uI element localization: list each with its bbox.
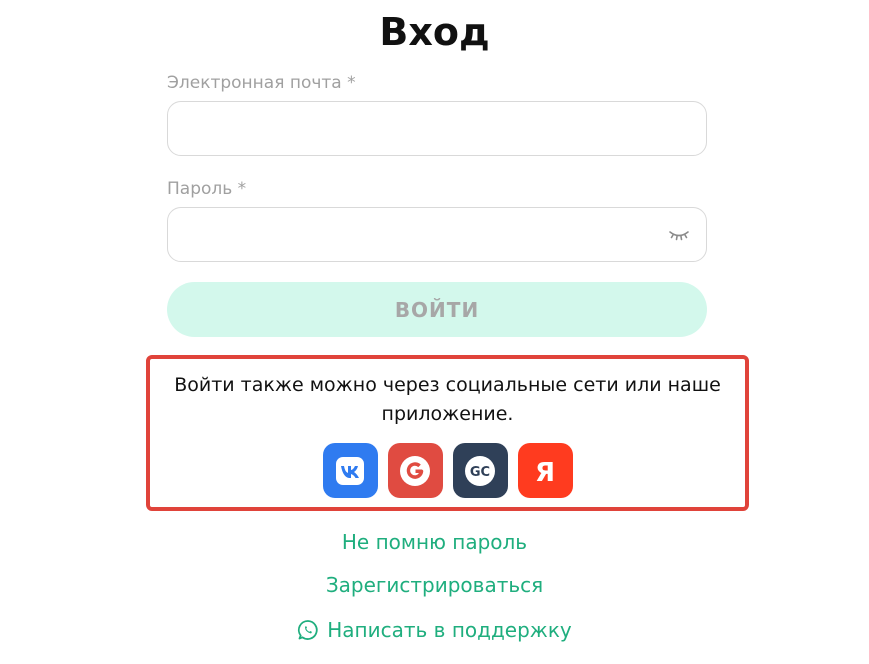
yandex-login-button[interactable]: Я xyxy=(517,443,573,498)
forgot-password-link[interactable]: Не помню пароль xyxy=(0,529,869,555)
vk-icon xyxy=(336,456,364,485)
google-login-button[interactable] xyxy=(387,443,443,498)
page-title: Вход xyxy=(379,10,490,54)
eye-closed-icon[interactable] xyxy=(668,226,690,242)
social-login-box: Войти также можно через социальные сети … xyxy=(146,355,749,511)
social-login-text: Войти также можно через социальные сети … xyxy=(174,374,721,425)
email-input[interactable] xyxy=(167,101,707,156)
svg-text:GC: GC xyxy=(470,465,490,480)
email-label: Электронная почта * xyxy=(167,73,356,93)
google-icon xyxy=(400,455,430,486)
getcourse-icon: GC xyxy=(465,455,495,486)
register-link[interactable]: Зарегистрироваться xyxy=(0,572,869,598)
whatsapp-icon xyxy=(297,619,319,641)
support-link-label: Написать в поддержку xyxy=(327,618,572,642)
yandex-icon: Я xyxy=(535,458,555,488)
social-buttons-row: GC Я xyxy=(150,443,745,498)
vk-login-button[interactable] xyxy=(322,443,378,498)
svg-text:Я: Я xyxy=(535,458,555,488)
password-input[interactable] xyxy=(167,207,707,262)
login-button[interactable]: ВОЙТИ xyxy=(167,282,707,337)
password-label: Пароль * xyxy=(167,179,247,199)
getcourse-login-button[interactable]: GC xyxy=(452,443,508,498)
login-page: Вход Электронная почта * Пароль * ВОЙТИ … xyxy=(0,0,869,664)
support-link[interactable]: Написать в поддержку xyxy=(0,617,869,643)
